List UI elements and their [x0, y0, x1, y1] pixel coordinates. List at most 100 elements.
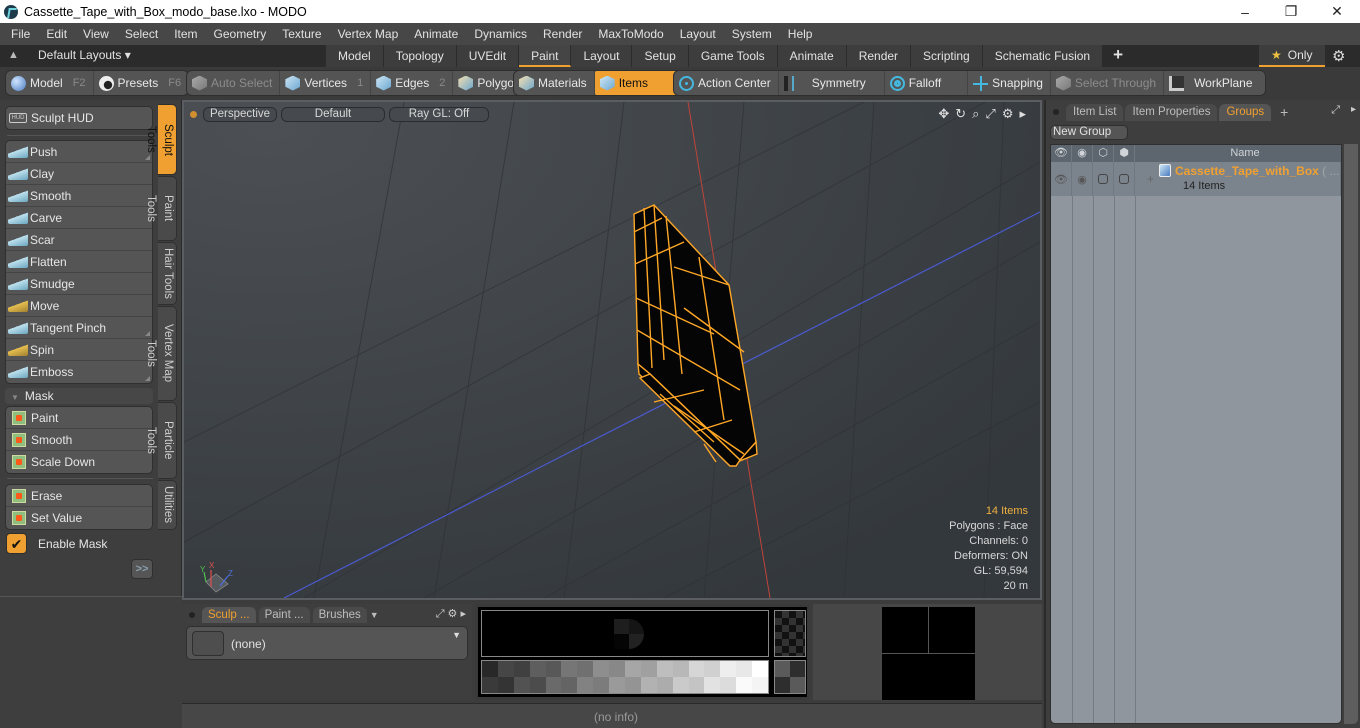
presets-menu-dot[interactable]	[189, 612, 195, 618]
presets-button[interactable]: Presets F6	[94, 71, 189, 95]
panel-more-icon[interactable]: ▸	[1351, 104, 1356, 115]
viewport-menu-dot[interactable]	[190, 110, 197, 118]
menu-maxtomodo[interactable]: MaxToModo	[590, 27, 671, 41]
tab-model[interactable]: Model	[326, 45, 384, 67]
viewport-more-icon[interactable]: ▸	[1019, 106, 1026, 122]
tool-mask-set-value[interactable]: Set Value	[6, 507, 152, 529]
presets-panel-icons[interactable]: ⤢ ⚙ ▸	[436, 607, 466, 621]
pan-icon[interactable]: ✥	[938, 106, 949, 122]
collapse-up-icon[interactable]: ▲	[8, 49, 19, 61]
tab-groups[interactable]: Groups	[1219, 103, 1272, 121]
vtab-vertex-map-tools[interactable]: Vertex Map Tools	[145, 306, 177, 401]
auto-select-button[interactable]: Auto Select	[187, 71, 281, 95]
maximize-button[interactable]: ❐	[1268, 0, 1314, 23]
menu-system[interactable]: System	[724, 27, 780, 41]
add-tab-button[interactable]: +	[1273, 104, 1295, 121]
tool-smooth[interactable]: Smooth	[6, 185, 152, 207]
group-row[interactable]: 👁 ◉ + Cassette_Tape_with_Box ( ... 14 It…	[1051, 162, 1341, 196]
select-toggle[interactable]	[1114, 162, 1135, 196]
tab-sculpt-presets[interactable]: Sculp ...	[202, 607, 256, 623]
menu-geometry[interactable]: Geometry	[206, 27, 275, 41]
workplane-button[interactable]: WorkPlane	[1164, 71, 1264, 95]
enable-mask-toggle[interactable]: ✔ Enable Mask	[6, 533, 107, 554]
tabs-dropdown-icon[interactable]: ▼	[370, 610, 379, 620]
tab-brushes[interactable]: Brushes	[312, 607, 367, 623]
edges-button[interactable]: Edges 2	[371, 71, 454, 95]
tool-scar[interactable]: Scar	[6, 229, 152, 251]
menu-help[interactable]: Help	[780, 27, 821, 41]
tool-smudge[interactable]: Smudge	[6, 273, 152, 295]
new-group-button[interactable]: New Group	[1050, 125, 1128, 140]
visibility-toggle-icon[interactable]: 👁	[1051, 162, 1072, 196]
falloff-button[interactable]: Falloff	[885, 71, 969, 95]
vtab-hair-tools[interactable]: Hair Tools	[158, 242, 177, 305]
tool-mask-smooth[interactable]: Smooth	[6, 429, 152, 451]
preset-dropdown[interactable]: (none) ▼	[186, 626, 468, 660]
expand-group-icon[interactable]: +	[1147, 172, 1154, 186]
menu-animate[interactable]: Animate	[406, 27, 466, 41]
close-button[interactable]: ✕	[1314, 0, 1360, 23]
tab-setup[interactable]: Setup	[632, 45, 689, 67]
menu-item[interactable]: Item	[166, 27, 205, 41]
viewport-settings-icon[interactable]: ⚙	[1002, 106, 1014, 122]
tool-emboss[interactable]: Emboss	[6, 361, 152, 383]
select-column-icon[interactable]: ⬢	[1114, 145, 1135, 162]
tool-carve[interactable]: Carve	[6, 207, 152, 229]
vtab-sculpt-tools[interactable]: Sculpt Tools	[145, 104, 177, 175]
rotate-icon[interactable]: ↻	[955, 106, 966, 122]
name-column-header[interactable]: Name	[1135, 145, 1341, 162]
tab-scripting[interactable]: Scripting	[911, 45, 983, 67]
tab-paint-presets[interactable]: Paint ...	[258, 607, 310, 623]
menu-render[interactable]: Render	[535, 27, 590, 41]
tool-mask-erase[interactable]: Erase	[6, 485, 152, 507]
menu-dynamics[interactable]: Dynamics	[466, 27, 535, 41]
vertices-button[interactable]: Vertices 1	[280, 71, 372, 95]
raygl-toggle[interactable]: Ray GL: Off	[389, 106, 489, 122]
vtab-particle-tools[interactable]: Particle Tools	[145, 402, 177, 479]
tab-uvedit[interactable]: UVEdit	[456, 45, 520, 67]
minimize-button[interactable]: –	[1222, 0, 1268, 23]
maximize-viewport-icon[interactable]: ⤢	[985, 106, 995, 122]
view-type-dropdown[interactable]: Perspective	[203, 106, 277, 122]
tool-move[interactable]: Move	[6, 295, 152, 317]
group-name[interactable]: Cassette_Tape_with_Box ( ...	[1175, 164, 1340, 178]
lock-column-icon[interactable]: ⬡	[1093, 145, 1114, 162]
tool-clay[interactable]: Clay	[6, 163, 152, 185]
tool-spin[interactable]: Spin	[6, 339, 152, 361]
tab-item-list[interactable]: Item List	[1066, 103, 1124, 121]
menu-view[interactable]: View	[75, 27, 117, 41]
tab-schematic-fusion[interactable]: Schematic Fusion	[982, 45, 1104, 67]
only-favorites-button[interactable]: ★ Only	[1259, 45, 1325, 67]
menu-vertex-map[interactable]: Vertex Map	[330, 27, 407, 41]
view-style-dropdown[interactable]: Default	[281, 106, 385, 122]
vtab-utilities[interactable]: Utilities	[158, 480, 177, 530]
render-column-icon[interactable]: ◉	[1072, 145, 1093, 162]
lock-toggle[interactable]	[1093, 162, 1114, 196]
tool-mask-paint[interactable]: Paint	[6, 407, 152, 429]
enable-mask-checkbox[interactable]: ✔	[6, 533, 27, 554]
tab-game-tools[interactable]: Game Tools	[688, 45, 778, 67]
menu-edit[interactable]: Edit	[38, 27, 75, 41]
select-through-button[interactable]: Select Through	[1051, 71, 1165, 95]
menu-texture[interactable]: Texture	[274, 27, 329, 41]
menu-file[interactable]: File	[3, 27, 38, 41]
zoom-icon[interactable]: ⌕	[972, 106, 979, 122]
panel-menu-dot[interactable]	[1053, 109, 1059, 115]
mask-section-header[interactable]: ▼ Mask	[5, 388, 153, 404]
expand-panel-button[interactable]: >>	[131, 559, 153, 579]
tab-item-properties[interactable]: Item Properties	[1125, 103, 1218, 121]
menu-layout[interactable]: Layout	[672, 27, 724, 41]
gear-icon[interactable]: ⚙	[1332, 47, 1345, 65]
tab-animate[interactable]: Animate	[777, 45, 847, 67]
tab-paint[interactable]: Paint	[519, 45, 572, 67]
visibility-column-icon[interactable]: 👁	[1051, 145, 1072, 162]
model-mode-button[interactable]: Model F2	[6, 71, 94, 95]
tab-topology[interactable]: Topology	[383, 45, 457, 67]
vtab-paint-tools[interactable]: Paint Tools	[145, 176, 177, 241]
render-toggle-icon[interactable]: ◉	[1072, 162, 1093, 196]
default-layouts-dropdown[interactable]: Default Layouts ▾	[38, 48, 131, 62]
menu-select[interactable]: Select	[117, 27, 166, 41]
materials-button[interactable]: Materials	[514, 71, 595, 95]
expand-panel-icon[interactable]: ⤢	[1331, 104, 1340, 117]
groups-scrollbar[interactable]	[1344, 144, 1358, 724]
